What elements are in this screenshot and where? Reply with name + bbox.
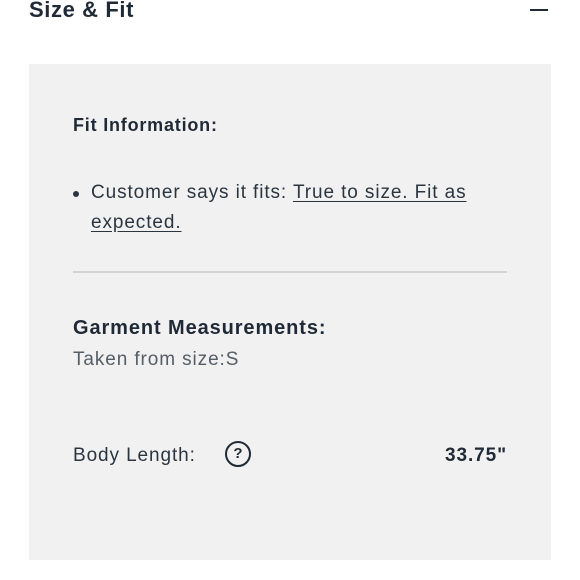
minus-icon [530, 9, 548, 11]
bullet-icon [73, 191, 79, 197]
garment-measurements-heading: Garment Measurements: [73, 317, 327, 339]
fit-information-heading: Fit Information: [73, 115, 218, 135]
measurement-label-body-length: Body Length: [73, 445, 196, 466]
fit-information-list: Customer says it fits: True to size. Fit… [73, 178, 493, 238]
size-fit-header[interactable]: Size & Fit [29, 0, 551, 24]
divider [73, 271, 507, 273]
collapse-button[interactable] [529, 0, 549, 20]
size-fit-panel: Fit Information: Customer says it fits: … [29, 64, 551, 560]
fit-prefix-text: Customer says it fits: [91, 182, 293, 203]
question-circle-icon[interactable]: ? [225, 441, 251, 467]
section-title: Size & Fit [29, 0, 135, 22]
measurement-value-body-length: 33.75" [445, 445, 507, 466]
list-item: Customer says it fits: True to size. Fit… [73, 178, 493, 238]
measurement-size-note: Taken from size:S [73, 349, 240, 370]
help-glyph: ? [233, 445, 243, 462]
